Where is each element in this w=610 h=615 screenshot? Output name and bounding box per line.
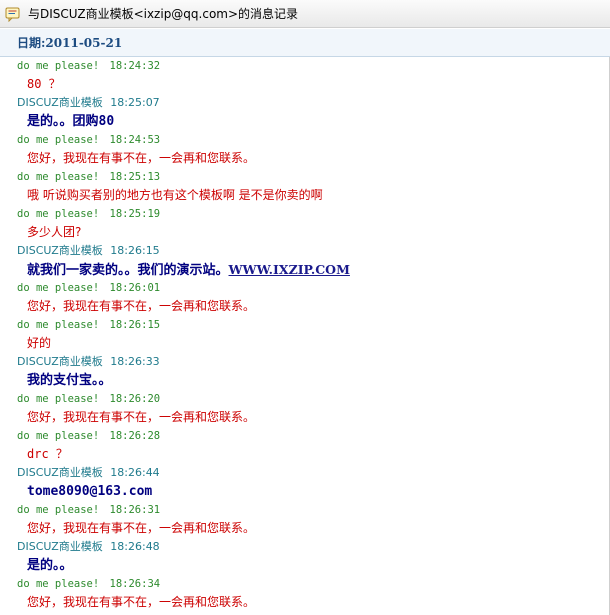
message-text: 就我们一家卖的。。我们的演示站。WWW.IXZIP.COM — [0, 260, 610, 279]
window-title: 与DISCUZ商业模板<ixzip@qq.com>的消息记录 — [28, 7, 299, 21]
message-text: 您好，我现在有事不在，一会再和您联系。 — [27, 151, 256, 165]
message-time: 18:24:32 — [109, 60, 161, 72]
message-text: 80 ？ — [27, 77, 61, 91]
message-item: do me please! 18:26:20 您好，我现在有事不在，一会再和您联… — [0, 390, 610, 427]
message-text: 好的 — [27, 336, 52, 350]
message-text: 您好，我现在有事不在，一会再和您联系。 — [27, 521, 256, 535]
message-header: do me please! 18:26:34 — [0, 575, 610, 593]
sender-name: do me please! — [17, 504, 100, 516]
message-time: 18:26:01 — [109, 282, 161, 294]
sender-name: do me please! — [17, 430, 100, 442]
message-text: 您好，我现在有事不在，一会再和您联系。 — [27, 410, 256, 424]
sender-name: DISCUZ商业模板 — [17, 466, 103, 479]
message-item: DISCUZ商业模板 18:26:33 我的支付宝。。 — [0, 353, 610, 390]
message-time: 18:26:15 — [109, 319, 161, 331]
sender-name: do me please! — [17, 208, 100, 220]
sender-name: do me please! — [17, 171, 100, 183]
message-header: DISCUZ商业模板 18:26:48 — [0, 538, 610, 556]
message-header: DISCUZ商业模板 18:26:44 — [0, 464, 610, 482]
message-item: do me please! 18:26:31 您好，我现在有事不在，一会再和您联… — [0, 501, 610, 538]
message-time: 18:25:07 — [110, 96, 160, 109]
message-item: DISCUZ商业模板 18:26:48 是的。。 — [0, 538, 610, 575]
message-text: 是的。。 — [27, 558, 73, 573]
message-text: 您好，我现在有事不在，一会再和您联系。 — [27, 299, 256, 313]
message-header: do me please! 18:25:19 — [0, 205, 610, 223]
sender-name: do me please! — [17, 282, 100, 294]
message-text: 是的。。团购80 — [27, 114, 115, 129]
message-time: 18:24:53 — [109, 134, 161, 146]
message-time: 18:26:44 — [110, 466, 160, 479]
message-item: do me please! 18:26:01 您好，我现在有事不在，一会再和您联… — [0, 279, 610, 316]
message-header: do me please! 18:26:28 — [0, 427, 610, 445]
message-item: do me please! 18:26:34 您好，我现在有事不在，一会再和您联… — [0, 575, 610, 612]
message-header: do me please! 18:25:13 — [0, 168, 610, 186]
message-item: do me please! 18:24:32 80 ？ — [0, 57, 610, 94]
message-header: do me please! 18:26:15 — [0, 316, 610, 334]
sender-name: DISCUZ商业模板 — [17, 244, 103, 257]
message-header: do me please! 18:24:32 — [0, 57, 610, 75]
date-bar: 日期:2011-05-21 — [0, 29, 610, 57]
sender-name: DISCUZ商业模板 — [17, 540, 103, 553]
message-header: DISCUZ商业模板 18:25:07 — [0, 94, 610, 112]
sender-name: DISCUZ商业模板 — [17, 355, 103, 368]
message-text: 您好，我现在有事不在，一会再和您联系。 — [27, 595, 256, 609]
demo-site-link[interactable]: WWW.IXZIP.COM — [229, 262, 350, 277]
sender-name: do me please! — [17, 578, 100, 590]
message-text: 哦 听说购买者别的地方也有这个模板啊 是不是你卖的啊 — [27, 188, 323, 202]
message-time: 18:26:15 — [110, 244, 160, 257]
message-text-main: 就我们一家卖的。。我们的演示站。 — [27, 263, 229, 278]
message-time: 18:25:13 — [109, 171, 161, 183]
message-item: DISCUZ商业模板 18:26:15 就我们一家卖的。。我们的演示站。WWW.… — [0, 242, 610, 279]
message-time: 18:26:34 — [109, 578, 161, 590]
message-item: DISCUZ商业模板 18:26:44 tome8090@163.com — [0, 464, 610, 501]
chat-log-icon — [5, 6, 21, 22]
message-time: 18:26:48 — [110, 540, 160, 553]
message-item: do me please! 18:26:28 drc ？ — [0, 427, 610, 464]
window-titlebar: 与DISCUZ商业模板<ixzip@qq.com>的消息记录 — [0, 0, 610, 28]
message-item: do me please! 18:26:15 好的 — [0, 316, 610, 353]
sender-name: do me please! — [17, 60, 100, 72]
message-text: tome8090@163.com — [27, 484, 153, 499]
message-list[interactable]: do me please! 18:24:32 80 ？ DISCUZ商业模板 1… — [0, 57, 610, 615]
message-time: 18:26:20 — [109, 393, 161, 405]
message-header: do me please! 18:26:01 — [0, 279, 610, 297]
sender-name: do me please! — [17, 393, 100, 405]
message-time: 18:26:28 — [109, 430, 161, 442]
message-header: do me please! 18:26:20 — [0, 390, 610, 408]
message-text: 多少人团? — [27, 225, 82, 239]
message-item: do me please! 18:24:53 您好，我现在有事不在，一会再和您联… — [0, 131, 610, 168]
message-item: do me please! 18:25:13 哦 听说购买者别的地方也有这个模板… — [0, 168, 610, 205]
message-header: do me please! 18:24:53 — [0, 131, 610, 149]
message-header: DISCUZ商业模板 18:26:15 — [0, 242, 610, 260]
message-item: DISCUZ商业模板 18:25:07 是的。。团购80 — [0, 94, 610, 131]
message-time: 18:26:31 — [109, 504, 161, 516]
message-header: do me please! 18:26:31 — [0, 501, 610, 519]
sender-name: do me please! — [17, 319, 100, 331]
message-text: 我的支付宝。。 — [27, 373, 112, 388]
date-label: 日期:2011-05-21 — [17, 36, 123, 50]
message-header: DISCUZ商业模板 18:26:33 — [0, 353, 610, 371]
message-time: 18:26:33 — [110, 355, 160, 368]
message-time: 18:25:19 — [109, 208, 161, 220]
message-text: drc ？ — [27, 447, 68, 461]
sender-name: DISCUZ商业模板 — [17, 96, 103, 109]
message-item: do me please! 18:25:19 多少人团? — [0, 205, 610, 242]
sender-name: do me please! — [17, 134, 100, 146]
